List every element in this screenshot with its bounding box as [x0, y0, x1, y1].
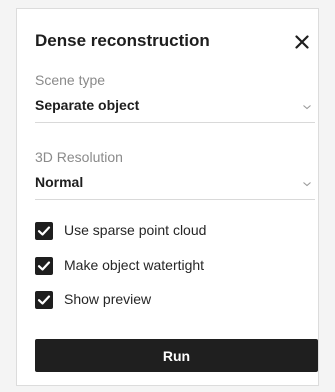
option-label: Show preview	[64, 291, 152, 307]
checkbox-checked-icon[interactable]	[35, 222, 53, 240]
resolution-label: 3D Resolution	[35, 149, 123, 165]
dense-reconstruction-dialog: Dense reconstruction Scene type Separate…	[16, 8, 319, 386]
checkbox-checked-icon[interactable]	[35, 257, 53, 275]
option-label: Make object watertight	[64, 257, 205, 273]
chevron-down-icon	[302, 103, 312, 111]
scene-type-label: Scene type	[35, 72, 106, 88]
close-icon	[295, 35, 309, 49]
chevron-down-icon	[302, 180, 312, 188]
resolution-select[interactable]: Normal	[35, 174, 315, 200]
option-label: Use sparse point cloud	[64, 222, 207, 238]
resolution-value: Normal	[35, 174, 84, 190]
checkbox-checked-icon[interactable]	[35, 291, 53, 309]
scene-type-select[interactable]: Separate object	[35, 97, 315, 123]
scene-type-value: Separate object	[35, 97, 140, 113]
dialog-title: Dense reconstruction	[35, 31, 210, 50]
close-button[interactable]	[295, 35, 309, 49]
run-button[interactable]: Run	[35, 339, 318, 372]
